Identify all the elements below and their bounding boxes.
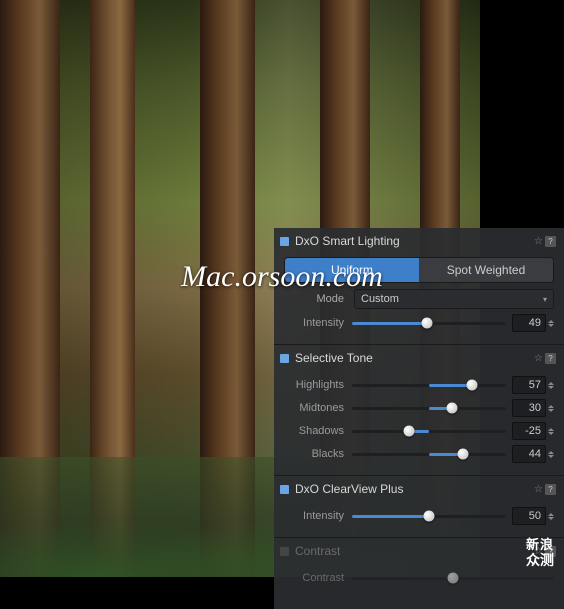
stepper-up-icon[interactable] <box>548 405 554 408</box>
star-icon[interactable] <box>534 236 543 247</box>
star-icon[interactable] <box>534 353 543 364</box>
chevron-down-icon: ▾ <box>543 295 547 304</box>
star-icon[interactable] <box>534 484 543 495</box>
stepper-down-icon[interactable] <box>548 517 554 520</box>
stepper-down-icon[interactable] <box>548 386 554 389</box>
blacks-slider[interactable] <box>352 453 506 456</box>
section-header-smart-lighting[interactable]: DxO Smart Lighting ? <box>274 228 564 251</box>
shadows-value[interactable]: -25 <box>512 422 546 440</box>
mode-select[interactable]: Custom ▾ <box>354 289 554 309</box>
section-header-selective-tone[interactable]: Selective Tone ? <box>274 344 564 368</box>
contrast-label: Contrast <box>284 572 344 584</box>
intensity-slider[interactable] <box>352 322 506 325</box>
stepper-down-icon[interactable] <box>548 455 554 458</box>
blacks-label: Blacks <box>284 448 344 460</box>
slider-thumb[interactable] <box>403 426 414 437</box>
section-title: Contrast <box>295 544 534 558</box>
toggle-clearview[interactable] <box>280 485 289 494</box>
slider-thumb[interactable] <box>457 449 468 460</box>
intensity-value[interactable]: 49 <box>512 314 546 332</box>
section-title: DxO Smart Lighting <box>295 234 534 248</box>
shadows-label: Shadows <box>284 425 344 437</box>
section-title: DxO ClearView Plus <box>295 482 534 496</box>
shadows-slider[interactable] <box>352 430 506 433</box>
highlights-slider[interactable] <box>352 384 506 387</box>
stepper-down-icon[interactable] <box>548 324 554 327</box>
section-title: Selective Tone <box>295 351 534 365</box>
stepper-up-icon[interactable] <box>548 382 554 385</box>
section-header-contrast[interactable]: Contrast ? <box>274 537 564 561</box>
brand-line2: 众测 <box>526 552 554 569</box>
stepper-up-icon[interactable] <box>548 451 554 454</box>
help-icon[interactable]: ? <box>545 353 556 364</box>
midtones-slider[interactable] <box>352 407 506 410</box>
slider-thumb[interactable] <box>447 403 458 414</box>
slider-thumb[interactable] <box>467 380 478 391</box>
toggle-smart-lighting[interactable] <box>280 237 289 246</box>
slider-thumb[interactable] <box>422 318 433 329</box>
cv-intensity-slider[interactable] <box>352 515 506 518</box>
section-header-clearview[interactable]: DxO ClearView Plus ? <box>274 475 564 499</box>
slider-thumb[interactable] <box>448 573 459 584</box>
mode-value: Custom <box>361 293 399 305</box>
midtones-value[interactable]: 30 <box>512 399 546 417</box>
slider-thumb[interactable] <box>424 511 435 522</box>
midtones-label: Midtones <box>284 402 344 414</box>
highlights-value[interactable]: 57 <box>512 376 546 394</box>
stepper-down-icon[interactable] <box>548 409 554 412</box>
stepper-up-icon[interactable] <box>548 320 554 323</box>
spot-weighted-tab[interactable]: Spot Weighted <box>419 258 553 282</box>
cv-intensity-value[interactable]: 50 <box>512 507 546 525</box>
cv-intensity-label: Intensity <box>284 510 344 522</box>
highlights-label: Highlights <box>284 379 344 391</box>
stepper-up-icon[interactable] <box>548 513 554 516</box>
help-icon[interactable]: ? <box>545 236 556 247</box>
brand-logo: 新浪 众测 <box>526 537 554 569</box>
stepper-up-icon[interactable] <box>548 428 554 431</box>
brand-line1: 新浪 <box>526 537 554 553</box>
stepper-down-icon[interactable] <box>548 432 554 435</box>
mode-label: Mode <box>284 293 344 305</box>
intensity-label: Intensity <box>284 317 344 329</box>
help-icon[interactable]: ? <box>545 484 556 495</box>
watermark-text: Mac.orsoon.com <box>181 260 383 294</box>
toggle-contrast[interactable] <box>280 547 289 556</box>
blacks-value[interactable]: 44 <box>512 445 546 463</box>
toggle-selective-tone[interactable] <box>280 354 289 363</box>
